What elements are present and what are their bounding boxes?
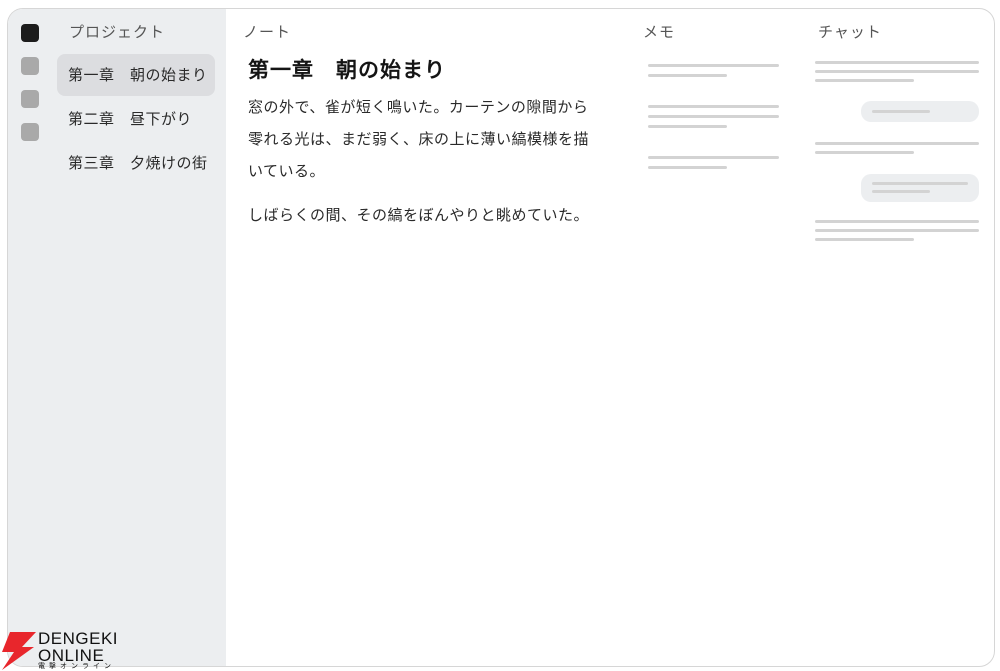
memo-line-placeholder [648,166,727,169]
chat-line-placeholder [872,190,930,193]
chapter-item-3[interactable]: 第三章 夕焼けの街 [57,142,215,184]
document-title: 第一章 朝の始まり [248,58,446,82]
memo-line-placeholder [648,74,727,77]
chat-bubble [861,101,979,122]
chat-line-placeholder [872,110,930,113]
chat-line-placeholder [815,151,914,154]
chat-line-placeholder [815,61,979,64]
memo-line-placeholder [648,105,779,108]
memo-header: メモ [643,23,676,41]
logo-kana: 電撃オンライン [38,662,115,670]
chat-bubble [861,174,979,202]
document-paragraph[interactable]: 窓の外で、雀が短く鳴いた。カーテンの隙間から零れる光は、まだ弱く、床の上に薄い縞… [248,91,598,187]
tool-icon[interactable] [21,90,39,108]
project-sidebar: プロジェクト 第一章 朝の始まり 第二章 昼下がり 第三章 夕焼けの街 [8,9,226,666]
chat-line-placeholder [815,79,914,82]
app-icon[interactable] [21,24,39,42]
chat-line-placeholder [815,229,979,232]
chat-line-placeholder [815,142,979,145]
note-header: ノート [243,23,292,41]
tool-icon[interactable] [21,57,39,75]
memo-line-placeholder [648,125,727,128]
chat-header: チャット [818,23,882,41]
dengeki-online-logo: DENGEKI ONLINE 電撃オンライン [0,628,130,671]
chat-line-placeholder [872,182,968,185]
chat-line-placeholder [815,238,914,241]
project-title: プロジェクト [69,23,166,41]
logo-word-dengeki: DENGEKI [38,629,119,648]
memo-line-placeholder [648,64,779,67]
tool-icon[interactable] [21,123,39,141]
chapter-item-1[interactable]: 第一章 朝の始まり [57,54,215,96]
chat-line-placeholder [815,220,979,223]
document-paragraph[interactable]: しばらくの間、その縞をぼんやりと眺めていた。 [248,199,598,231]
memo-line-placeholder [648,115,779,118]
chat-line-placeholder [815,70,979,73]
memo-line-placeholder [648,156,779,159]
chapter-item-2[interactable]: 第二章 昼下がり [57,98,215,140]
app-window: プロジェクト 第一章 朝の始まり 第二章 昼下がり 第三章 夕焼けの街 ノート … [7,8,995,667]
lightning-bolt-icon [2,632,36,670]
